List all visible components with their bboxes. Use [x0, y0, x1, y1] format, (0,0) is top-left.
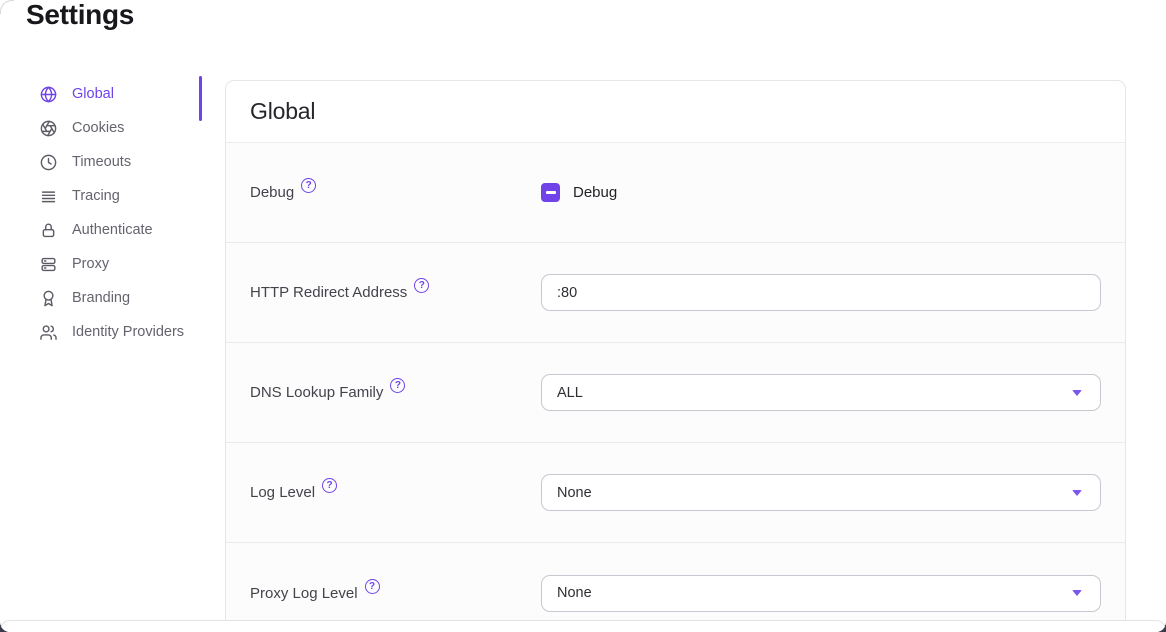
settings-row-proxy-log-level: Proxy Log Level ? None	[226, 543, 1125, 632]
field-label: Proxy Log Level	[250, 585, 358, 602]
sidebar-item-identity-providers[interactable]: Identity Providers	[39, 315, 209, 349]
field-label-group: HTTP Redirect Address ?	[250, 284, 541, 301]
settings-row-log-level: Log Level ? None	[226, 443, 1125, 543]
field-control	[541, 274, 1101, 311]
sidebar-item-timeouts[interactable]: Timeouts	[39, 145, 209, 179]
globe-icon	[39, 85, 58, 104]
sidebar-item-label: Timeouts	[72, 154, 131, 170]
settings-sidebar: Global Cookies Timeouts Tracing Authenti…	[39, 77, 209, 349]
server-icon	[39, 255, 58, 274]
help-icon[interactable]: ?	[301, 178, 316, 193]
http-redirect-address-input[interactable]	[541, 274, 1101, 311]
window-corner	[0, 0, 14, 14]
chevron-down-icon	[1072, 390, 1082, 396]
chevron-down-icon	[1072, 590, 1082, 596]
select-value: None	[557, 585, 592, 601]
field-label: Log Level	[250, 484, 315, 501]
sidebar-item-label: Tracing	[72, 188, 120, 204]
checkbox-label: Debug	[573, 184, 617, 201]
field-label: HTTP Redirect Address	[250, 284, 407, 301]
sidebar-active-indicator	[199, 76, 202, 121]
field-control: None	[541, 474, 1101, 511]
settings-row-http-redirect-address: HTTP Redirect Address ?	[226, 243, 1125, 343]
help-icon[interactable]: ?	[365, 579, 380, 594]
bottom-panel-edge	[0, 620, 1166, 632]
help-icon[interactable]: ?	[322, 478, 337, 493]
sidebar-item-global[interactable]: Global	[39, 77, 209, 111]
sidebar-item-label: Cookies	[72, 120, 124, 136]
help-icon[interactable]: ?	[414, 278, 429, 293]
chevron-down-icon	[1072, 490, 1082, 496]
field-control: None	[541, 575, 1101, 612]
sidebar-item-branding[interactable]: Branding	[39, 281, 209, 315]
field-control: ALL	[541, 374, 1101, 411]
lock-icon	[39, 221, 58, 240]
settings-row-debug: Debug ? Debug	[226, 143, 1125, 243]
page-title: Settings	[26, 0, 134, 35]
sidebar-item-label: Proxy	[72, 256, 109, 272]
debug-checkbox[interactable]	[541, 183, 560, 202]
sidebar-item-proxy[interactable]: Proxy	[39, 247, 209, 281]
sidebar-item-label: Authenticate	[72, 222, 153, 238]
help-icon[interactable]: ?	[390, 378, 405, 393]
sidebar-item-authenticate[interactable]: Authenticate	[39, 213, 209, 247]
field-label-group: Proxy Log Level ?	[250, 585, 541, 602]
field-label-group: Log Level ?	[250, 484, 541, 501]
indeterminate-mark-icon	[546, 191, 556, 193]
users-icon	[39, 323, 58, 342]
sidebar-item-cookies[interactable]: Cookies	[39, 111, 209, 145]
settings-row-dns-lookup-family: DNS Lookup Family ? ALL	[226, 343, 1125, 443]
global-settings-card: Global Debug ? Debug HTTP Redirect Addre…	[225, 80, 1126, 632]
log-level-select[interactable]: None	[541, 474, 1101, 511]
award-icon	[39, 289, 58, 308]
clock-icon	[39, 153, 58, 172]
field-label-group: DNS Lookup Family ?	[250, 384, 541, 401]
settings-screen: Settings Global Cookies Timeouts Tracing…	[0, 0, 1166, 632]
card-header: Global	[226, 81, 1125, 143]
sidebar-item-label: Global	[72, 86, 114, 102]
proxy-log-level-select[interactable]: None	[541, 575, 1101, 612]
select-value: None	[557, 485, 592, 501]
select-value: ALL	[557, 385, 583, 401]
list-icon	[39, 187, 58, 206]
cookie-icon	[39, 119, 58, 138]
field-label: DNS Lookup Family	[250, 384, 383, 401]
sidebar-item-label: Branding	[72, 290, 130, 306]
sidebar-item-label: Identity Providers	[72, 324, 184, 340]
field-label: Debug	[250, 184, 294, 201]
sidebar-item-tracing[interactable]: Tracing	[39, 179, 209, 213]
card-title: Global	[250, 98, 315, 125]
field-label-group: Debug ?	[250, 184, 541, 201]
dns-lookup-family-select[interactable]: ALL	[541, 374, 1101, 411]
field-control: Debug	[541, 183, 1101, 202]
